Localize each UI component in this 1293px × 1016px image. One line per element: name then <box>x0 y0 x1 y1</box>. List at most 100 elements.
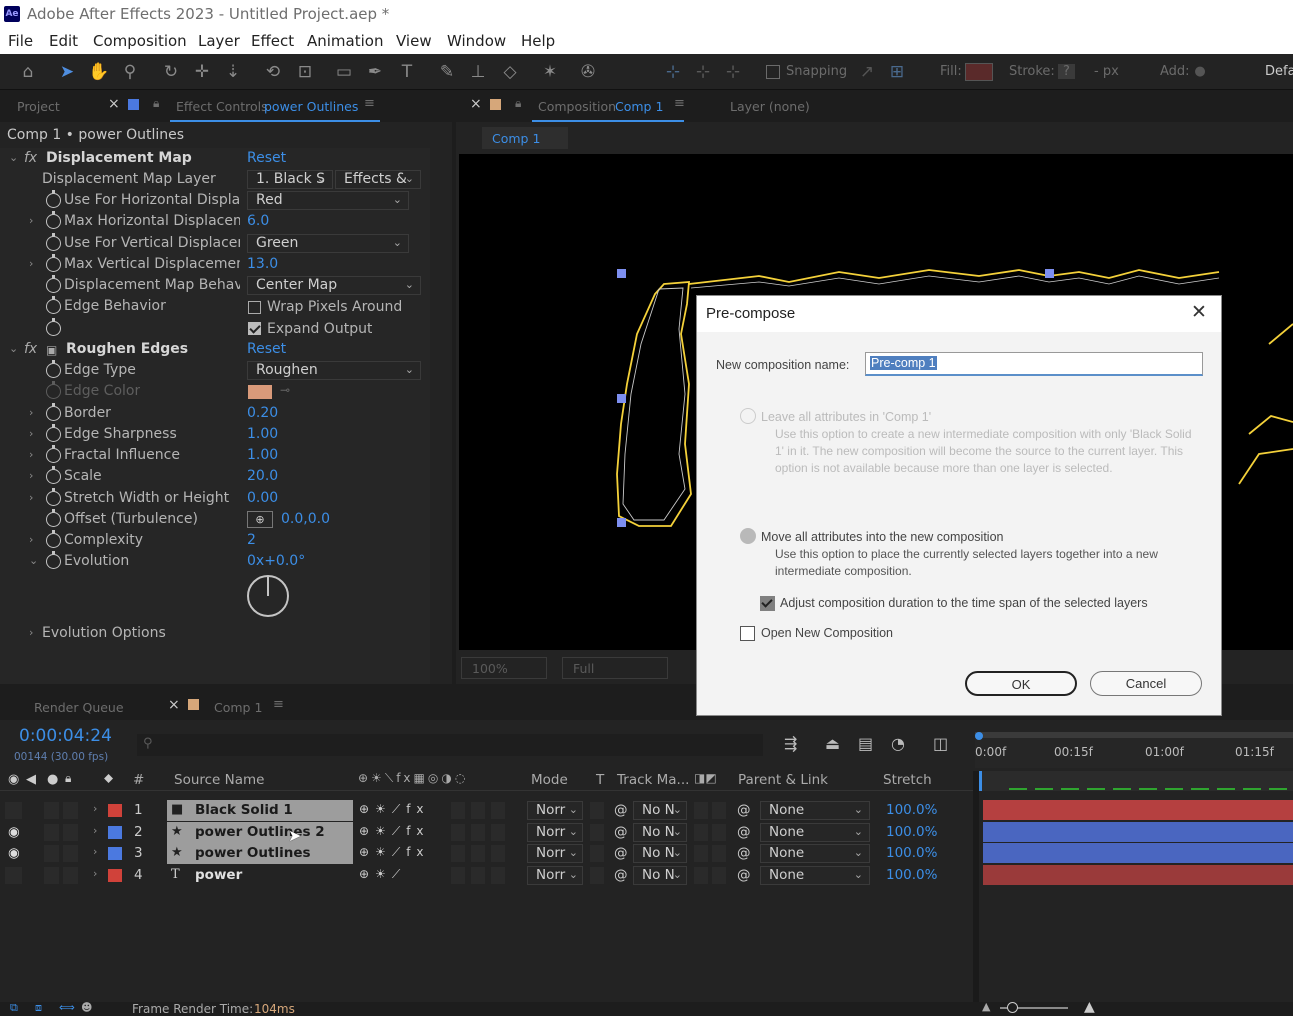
blend-mode-dropdown[interactable]: Norr ⌄ <box>527 801 583 820</box>
use-vertical-dropdown[interactable]: Green ⌄ <box>247 234 409 253</box>
snapping-checkbox[interactable] <box>766 65 780 79</box>
stroke-width[interactable]: - px <box>1094 64 1119 79</box>
wrap-pixels-checkbox[interactable] <box>248 301 261 314</box>
selection-handle[interactable] <box>617 518 626 527</box>
zoom-tool-icon[interactable]: ⚲ <box>119 61 141 83</box>
lock-icon[interactable]: 🔒︎ <box>515 96 521 111</box>
zoom-in-icon[interactable]: ▲ <box>1084 999 1095 1015</box>
layer-search-input[interactable]: ⚲ <box>137 734 763 756</box>
adjust-duration-checkbox[interactable] <box>760 596 775 611</box>
selection-handle[interactable] <box>617 394 626 403</box>
roto-brush-tool-icon[interactable]: ✶ <box>539 61 561 83</box>
track-matte-dropdown[interactable]: No N ⌄ <box>633 822 687 842</box>
layer-name[interactable]: power Outlines <box>195 845 311 861</box>
tab-comp-name[interactable]: Comp 1 <box>615 99 663 114</box>
close-icon[interactable]: × <box>108 96 120 112</box>
layer-source-dropdown[interactable]: Effects & ⌄ <box>335 170 421 189</box>
stopwatch-icon[interactable] <box>46 190 61 208</box>
stopwatch-icon[interactable] <box>46 466 61 484</box>
option2-label[interactable]: Move all attributes into the new composi… <box>761 530 1004 544</box>
tab-composition[interactable]: Composition <box>538 99 616 114</box>
time-ruler[interactable]: 0:00f 00:15f 01:00f 01:15f <box>975 732 1293 768</box>
table-row[interactable]: ◉ › 2 ★ power Outlines 2 ⊕☀⟋fx Norr ⌄ @ No N ⌄ @ Non… <box>0 821 973 843</box>
track-matte-dropdown[interactable]: No N ⌄ <box>633 844 687 863</box>
stopwatch-icon[interactable] <box>46 360 61 378</box>
map-behavior-dropdown[interactable]: Center Map ⌄ <box>247 276 421 295</box>
layer-name[interactable]: power <box>195 867 242 883</box>
world-axis-icon[interactable]: ⊹ <box>692 61 714 83</box>
stopwatch-icon[interactable] <box>46 551 61 569</box>
track-matte-dropdown[interactable]: No N ⌄ <box>633 801 687 820</box>
stopwatch-icon[interactable] <box>46 275 61 293</box>
max-horizontal-value[interactable]: 6.0 <box>247 213 269 229</box>
zoom-out-icon[interactable]: ▲ <box>982 1000 990 1013</box>
solo-icon[interactable]: ● <box>47 772 58 787</box>
render-time-toggle-icon[interactable]: ☻ <box>81 1001 92 1014</box>
stopwatch-icon[interactable] <box>46 445 61 463</box>
expand-arrow-icon[interactable]: › <box>93 867 97 880</box>
parent-dropdown[interactable]: None ⌄ <box>760 865 870 885</box>
eraser-tool-icon[interactable]: ◇ <box>499 61 521 83</box>
menu-animation[interactable]: Animation <box>307 32 383 50</box>
tab-effect-controls[interactable]: Effect Controls <box>176 99 268 114</box>
close-icon[interactable]: ✕ <box>1191 301 1207 324</box>
graph-editor-icon[interactable]: ◫ <box>933 734 948 753</box>
orbit-camera-icon[interactable]: ↻ <box>160 61 182 83</box>
local-axis-icon[interactable]: ⊹ <box>662 61 684 83</box>
adjust-duration-label[interactable]: Adjust composition duration to the time … <box>780 596 1148 610</box>
clone-stamp-tool-icon[interactable]: ⊥ <box>467 61 489 83</box>
layer-duration-bar[interactable] <box>983 864 1293 885</box>
stopwatch-icon[interactable] <box>46 211 61 229</box>
parent-pickwhip-icon[interactable]: @ <box>737 845 751 861</box>
brush-tool-icon[interactable]: ✎ <box>436 61 458 83</box>
panel-menu-icon[interactable]: ≡ <box>364 96 375 111</box>
ok-button[interactable]: OK <box>965 671 1077 696</box>
collapse-arrow-icon[interactable]: ⌄ <box>29 554 38 567</box>
stopwatch-icon[interactable] <box>46 233 61 251</box>
current-timecode[interactable]: 0:00:04:24 <box>19 726 112 746</box>
open-new-comp-label[interactable]: Open New Composition <box>761 626 893 640</box>
table-row[interactable]: › 1 ■ Black Solid 1 ⊕☀⟋fx Norr ⌄ @ No N ⌄ @ None ⌄ 10… <box>0 800 973 821</box>
pickwhip-icon[interactable]: @ <box>614 845 628 861</box>
open-new-comp-checkbox[interactable] <box>740 626 755 641</box>
visibility-eye-icon[interactable]: ◉ <box>8 772 19 787</box>
parent-pickwhip-icon[interactable]: @ <box>737 824 751 840</box>
expand-arrow-icon[interactable]: › <box>29 406 33 419</box>
label-tag-icon[interactable]: ⬥ <box>104 771 113 786</box>
draft-3d-icon[interactable]: ⏏ <box>825 734 840 753</box>
layer-switches[interactable]: ⊕☀⟋fx <box>359 845 430 860</box>
rectangle-tool-icon[interactable]: ▭ <box>333 61 355 83</box>
stopwatch-icon[interactable] <box>46 318 61 336</box>
expand-arrow-icon[interactable]: › <box>29 469 33 482</box>
move-attributes-radio[interactable] <box>740 528 756 544</box>
blend-mode-dropdown[interactable]: Norr ⌄ <box>527 865 583 885</box>
close-icon[interactable]: × <box>168 697 180 713</box>
comp-name-input[interactable]: Pre-comp 1 <box>865 352 1203 376</box>
selection-tool-icon[interactable]: ➤ <box>56 61 78 83</box>
expand-arrow-icon[interactable]: › <box>93 824 97 837</box>
parent-dropdown[interactable]: None ⌄ <box>760 801 870 820</box>
frame-blending-icon[interactable]: ▤ <box>858 734 873 753</box>
eyedropper-icon[interactable]: ⊸ <box>280 383 290 397</box>
menu-composition[interactable]: Composition <box>93 32 187 50</box>
audio-icon[interactable]: ◀ <box>26 772 36 787</box>
expand-arrow-icon[interactable]: › <box>29 214 33 227</box>
expand-arrow-icon[interactable]: › <box>29 427 33 440</box>
table-row[interactable]: ◉ › 3 ★ power Outlines ⊕☀⟋fx Norr ⌄ @ No N ⌄ @ None ⌄… <box>0 843 973 864</box>
table-row[interactable]: › 4 Tpower ⊕☀⟋ Norr ⌄ @ No N ⌄ @ None ⌄ 100.0% <box>0 865 973 886</box>
layer-switches-toggle-icon[interactable]: ⧉ <box>10 1001 18 1015</box>
fx-icon[interactable]: fx <box>24 341 37 357</box>
panel-menu-icon[interactable]: ≡ <box>674 96 685 111</box>
stretch-value[interactable]: 100.0% <box>886 802 937 818</box>
menu-layer[interactable]: Layer <box>198 32 240 50</box>
cancel-button[interactable]: Cancel <box>1090 671 1202 696</box>
max-vertical-value[interactable]: 13.0 <box>247 256 278 272</box>
layer-label-color[interactable] <box>108 868 122 882</box>
blend-mode-dropdown[interactable]: Norr ⌄ <box>527 822 583 842</box>
parent-pickwhip-icon[interactable]: @ <box>737 802 751 818</box>
stretch-value[interactable]: 0.00 <box>247 490 278 506</box>
anchor-point-tool-icon[interactable]: ⊡ <box>294 61 316 83</box>
work-area-bar[interactable] <box>975 732 1293 738</box>
edge-color-swatch[interactable] <box>248 385 272 399</box>
add-icon[interactable]: ● <box>1189 61 1211 83</box>
